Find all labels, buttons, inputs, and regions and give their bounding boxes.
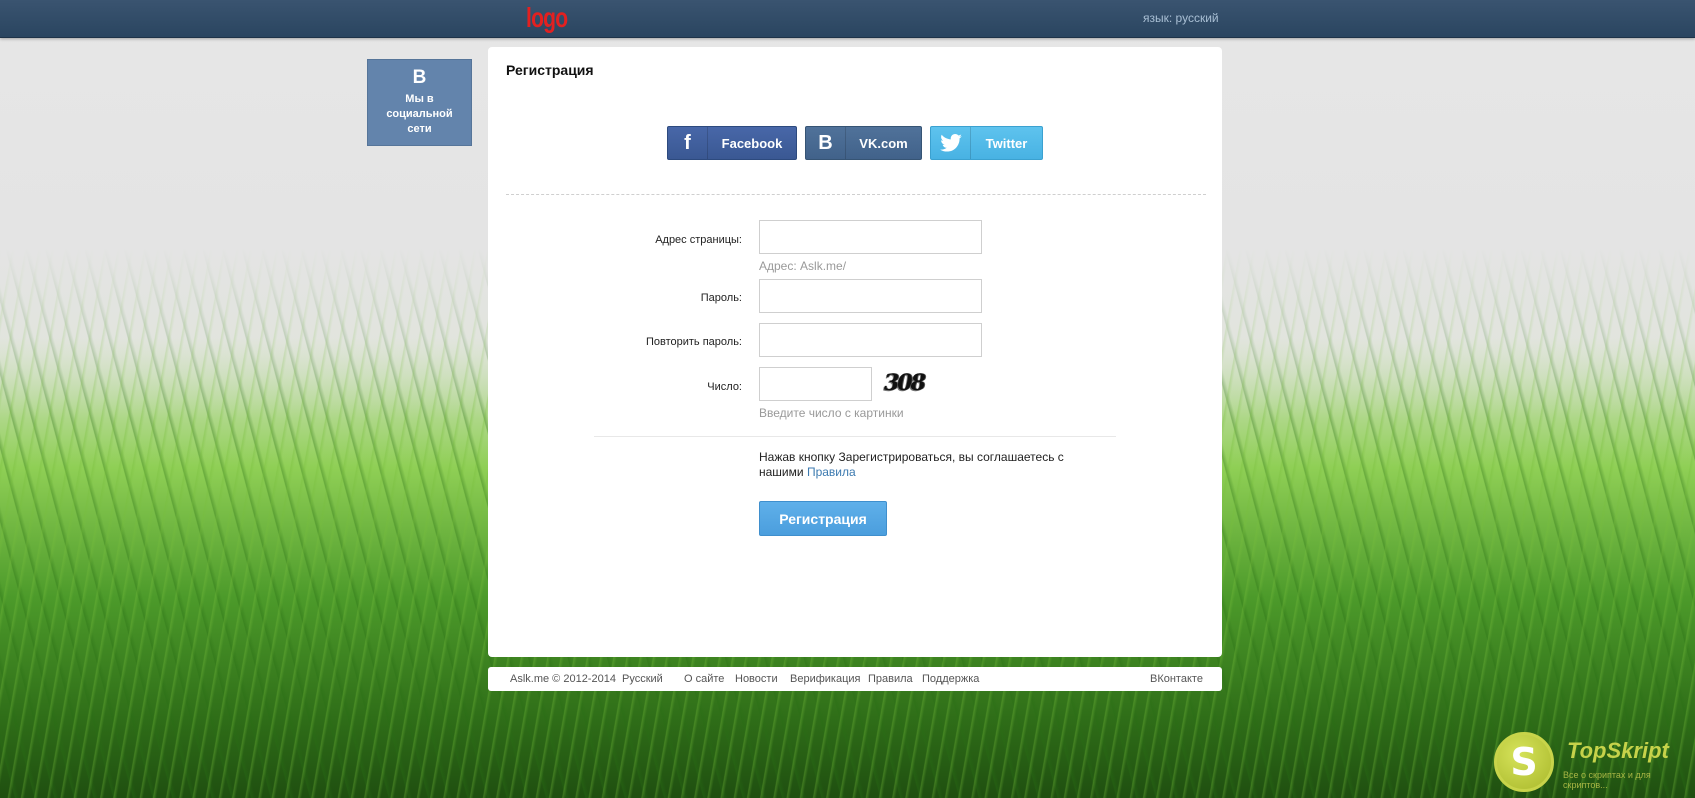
vk-login-button[interactable]: B VK.com	[805, 126, 922, 160]
footer-vk-link[interactable]: ВКонтакте	[1150, 673, 1203, 685]
captcha-image: 308	[884, 370, 926, 396]
footer-language-link[interactable]: Русский	[622, 673, 663, 685]
page-address-label: Адрес страницы:	[655, 234, 742, 246]
number-label: Число:	[707, 381, 742, 393]
repeat-password-label: Повторить пароль:	[645, 336, 742, 348]
form-divider	[594, 436, 1116, 437]
footer-link-about[interactable]: О сайте	[684, 673, 724, 685]
vk-icon: B	[806, 127, 846, 159]
twitter-login-button[interactable]: Twitter	[930, 126, 1043, 160]
page-address-input[interactable]	[759, 220, 982, 254]
agreement-notice: Нажав кнопку Зарегистрироваться, вы согл…	[759, 450, 1079, 480]
language-link[interactable]: язык: русский	[1143, 11, 1219, 25]
topskript-subtitle: Все о скриптах и для скриптов...	[1563, 770, 1651, 790]
footer-link-support[interactable]: Поддержка	[922, 673, 979, 685]
footer-link-rules[interactable]: Правила	[868, 673, 913, 685]
twitter-bird-icon	[931, 127, 971, 159]
topskript-logo-badge: S	[1494, 732, 1554, 792]
facebook-login-button[interactable]: f Facebook	[667, 126, 797, 160]
social-widget-label: Мы в социальной сети	[386, 93, 453, 135]
captcha-hint: Введите число с картинки	[759, 406, 904, 420]
footer-link-verification[interactable]: Верификация	[790, 673, 861, 685]
footer: Aslk.me © 2012-2014 Русский О сайте Ново…	[488, 667, 1222, 691]
repeat-password-input[interactable]	[759, 323, 982, 357]
rules-link[interactable]: Правила	[807, 465, 856, 479]
social-network-widget[interactable]: B Мы в социальной сети	[367, 59, 472, 146]
page-title: Регистрация	[506, 62, 594, 78]
footer-copyright: Aslk.me © 2012-2014	[510, 673, 616, 685]
page-address-hint: Адрес: Aslk.me/	[759, 259, 847, 273]
topskript-title: TopSkript	[1567, 738, 1669, 763]
top-bar: logo язык: русский	[0, 0, 1695, 38]
footer-link-news[interactable]: Новости	[735, 673, 778, 685]
section-divider	[506, 194, 1206, 195]
password-label: Пароль:	[700, 292, 742, 304]
password-input[interactable]	[759, 279, 982, 313]
facebook-icon: f	[668, 127, 708, 159]
captcha-input[interactable]	[759, 367, 872, 401]
facebook-button-label: Facebook	[721, 135, 783, 151]
site-logo[interactable]: logo	[526, 2, 568, 34]
registration-card: Регистрация f Facebook B VK.com Twitter …	[488, 47, 1222, 657]
twitter-button-label: Twitter	[985, 135, 1028, 151]
vk-button-label: VK.com	[859, 135, 908, 151]
agreement-text: Нажав кнопку Зарегистрироваться, вы согл…	[759, 450, 1064, 479]
register-button[interactable]: Регистрация	[759, 501, 887, 536]
vk-icon: B	[412, 67, 427, 88]
